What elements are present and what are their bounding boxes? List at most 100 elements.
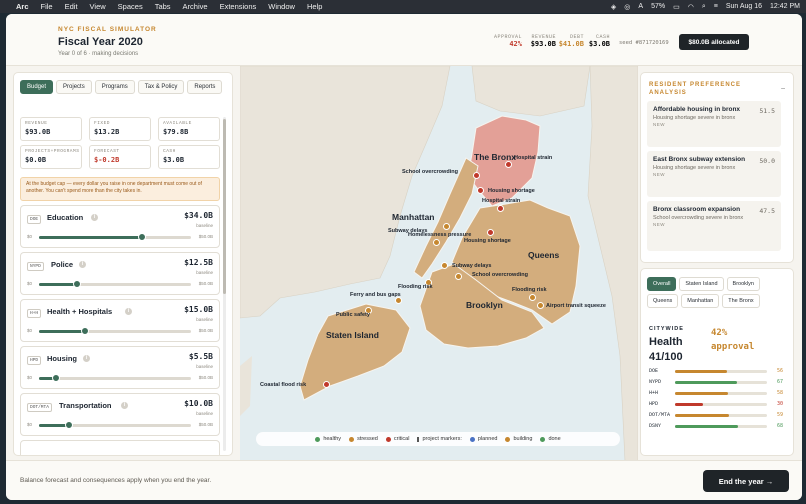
metric-available-label: AVAILABLE [163,121,192,126]
tab-staten-island[interactable]: Staten Island [679,277,724,291]
slider-knob[interactable] [65,421,74,429]
borough-label-manhattan[interactable]: Manhattan [392,212,435,222]
shield-icon[interactable]: ◈ [611,3,616,11]
scrollbar-thumb[interactable] [223,119,226,294]
battery-icon[interactable]: ▭ [673,3,680,11]
dept-amount: $12.5B [184,258,213,267]
tab-tax-policy[interactable]: Tax & Policy [137,80,185,94]
preference-card[interactable]: Bronx classroom expansion 47.5 School ov… [647,201,781,251]
metric-value: 30 [776,401,783,407]
borough-label-staten-island[interactable]: Staten Island [326,330,379,340]
metric-value: 56 [776,368,783,374]
dept-baseline: baseline [196,364,213,369]
dept-card-transportation: DOT/MTA Transportation i $10.0B baseline… [20,393,220,436]
menu-file[interactable]: File [41,2,53,11]
tab-brooklyn[interactable]: Brooklyn [726,277,760,291]
search-icon[interactable]: ⌕ [702,3,706,11]
tab-budget[interactable]: Budget [20,80,54,94]
borough-label-queens[interactable]: Queens [528,250,559,260]
menu-tabs[interactable]: Tabs [155,2,171,11]
map-marker-critical[interactable] [472,171,480,179]
input-source-icon[interactable]: A [638,3,643,10]
education-slider[interactable] [39,233,191,241]
end-year-button[interactable]: End the year → [703,470,789,492]
menu-extensions[interactable]: Extensions [220,2,257,11]
tab-projects[interactable]: Projects [56,80,92,94]
tab-overall[interactable]: Overall [647,277,677,291]
health-hospitals-slider[interactable] [39,327,191,335]
map-marker-critical[interactable] [504,160,512,168]
health-word: Health [649,336,683,348]
wifi-icon[interactable]: ◠ [688,3,694,11]
allocated-button[interactable]: $80.0B allocated [679,34,749,50]
metric-fixed: FIXED $13.2B [89,117,151,141]
map-marker-stressed[interactable] [528,293,536,301]
housing-slider[interactable] [39,374,191,382]
metric-fill [675,370,727,373]
metric-label: NYPD [649,379,662,385]
legend-done: done [540,436,561,442]
city-map[interactable]: The Bronx Manhattan Queens Brooklyn Stat… [240,66,638,461]
footer-note: Balance forecast and consequences apply … [20,477,212,484]
page-title: Fiscal Year 2020 [58,36,143,48]
preference-subtext: Housing shortage severe in bronx [653,165,736,172]
tab-programs[interactable]: Programs [94,80,135,94]
metric-projects-programs-value: $0.0B [25,156,47,164]
menu-view[interactable]: View [90,2,106,11]
menu-app-name[interactable]: Arc [16,2,29,11]
metric-revenue: REVENUE $93.0B [20,117,82,141]
menu-help[interactable]: Help [307,2,322,11]
map-marker-stressed[interactable] [442,222,450,230]
budget-scrollbar[interactable] [223,117,226,451]
preference-card[interactable]: East Bronx subway extension 50.0 Housing… [647,151,781,197]
tab-the-bronx[interactable]: The Bronx [722,294,760,308]
metric-cash-label: CASH [163,149,176,154]
menu-edit[interactable]: Edit [65,2,78,11]
tab-queens[interactable]: Queens [647,294,679,308]
metric-fill [675,403,703,406]
transportation-slider[interactable] [39,421,191,429]
slider-knob[interactable] [51,374,60,382]
info-icon[interactable]: i [91,214,98,221]
map-marker-critical[interactable] [496,204,504,212]
map-marker-critical[interactable] [476,186,484,194]
preference-title-text: East Bronx subway extension [653,156,746,163]
info-icon[interactable]: i [125,308,132,315]
critical-dot [385,436,391,442]
metric-cash-value: $3.0B [163,156,185,164]
metric-track [675,425,767,428]
collapse-icon[interactable]: – [781,85,785,92]
map-marker-critical[interactable] [486,228,494,236]
borough-label-brooklyn[interactable]: Brooklyn [466,300,503,310]
approval-score: 42% approval [711,327,754,354]
new-jersey-land [240,66,451,319]
app-footer: Balance forecast and consequences apply … [6,460,802,500]
menu-window[interactable]: Window [268,2,295,11]
slider-knob[interactable] [80,327,89,335]
info-icon[interactable]: i [121,402,128,409]
metric-row: DOT/MTA 59 [649,412,783,420]
map-marker-stressed[interactable] [536,301,544,309]
menu-archive[interactable]: Archive [183,2,208,11]
map-marker-stressed[interactable] [432,238,440,246]
map-marker-stressed[interactable] [440,261,448,269]
control-center-icon[interactable]: ≡ [714,3,718,10]
tab-reports[interactable]: Reports [187,80,223,94]
preference-card[interactable]: Affordable housing in bronx 51.5 Housing… [647,101,781,147]
tab-manhattan[interactable]: Manhattan [681,294,720,308]
police-slider[interactable] [39,280,191,288]
legend-done-label: done [548,436,561,442]
menu-spaces[interactable]: Spaces [118,2,143,11]
done-dot [540,436,546,442]
map-marker-stressed[interactable] [454,272,462,280]
info-icon[interactable]: i [79,261,86,268]
preference-tag: NEW [653,122,665,128]
info-icon[interactable]: i [83,355,90,362]
map-marker-critical[interactable] [322,380,330,388]
page-subtitle: Year 0 of 6 · making decisions [58,51,139,57]
metric-fill [675,414,730,417]
preference-title-text: Bronx classroom expansion [653,206,741,213]
slider-knob[interactable] [73,280,81,288]
compass-icon[interactable]: ◎ [624,3,630,11]
slider-knob[interactable] [138,233,147,241]
